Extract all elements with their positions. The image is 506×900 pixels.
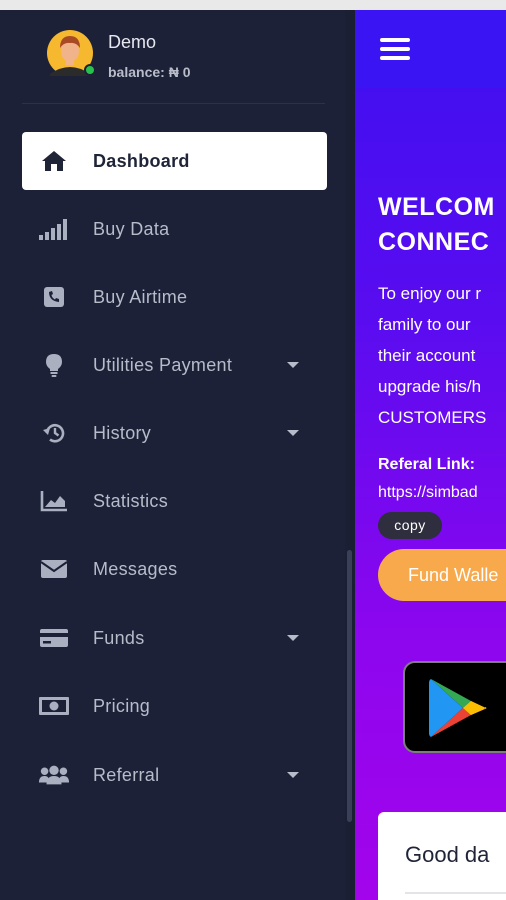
- browser-top-strip: [0, 0, 506, 10]
- sidebar-item-statistics[interactable]: Statistics: [22, 472, 327, 530]
- sidebar-item-pricing[interactable]: Pricing: [22, 677, 327, 735]
- greeting-card: Good da: [378, 812, 506, 900]
- sidebar-item-label: Referral: [93, 765, 160, 785]
- welcome-line: WELCOM: [378, 193, 495, 221]
- welcome-line: CONNEC: [378, 228, 490, 256]
- sidebar: Demo balance: ₦ 0 Dashboard Buy Data Buy…: [0, 10, 355, 900]
- chart-area-icon: [38, 489, 70, 513]
- card-divider: [405, 892, 506, 894]
- lightbulb-icon: [38, 353, 70, 377]
- sidebar-item-utilities-payment[interactable]: Utilities Payment: [22, 336, 327, 394]
- user-name: Demo: [108, 32, 157, 52]
- intro-line: family to our: [378, 315, 471, 334]
- intro-line: upgrade his/h: [378, 377, 482, 396]
- main-header: [355, 10, 506, 88]
- users-icon: [38, 763, 70, 787]
- hamburger-menu-icon[interactable]: [380, 38, 410, 60]
- chevron-down-icon: [287, 772, 299, 778]
- envelope-icon: [38, 557, 70, 581]
- referral-link-title: Referal Link:: [378, 456, 475, 473]
- phone-icon: [38, 285, 70, 309]
- main-content: WELCOM CONNEC To enjoy our r family to o…: [355, 10, 506, 900]
- google-play-badge[interactable]: [403, 661, 506, 753]
- sidebar-item-referral[interactable]: Referral: [22, 746, 327, 804]
- money-bill-icon: [38, 694, 70, 718]
- sidebar-item-label: History: [93, 423, 152, 443]
- home-icon: [38, 149, 70, 173]
- credit-card-icon: [38, 626, 70, 650]
- history-icon: [38, 421, 70, 445]
- google-play-icon: [429, 679, 487, 737]
- chevron-down-icon: [287, 430, 299, 436]
- sidebar-item-label: Statistics: [93, 491, 169, 511]
- sidebar-item-buy-airtime[interactable]: Buy Airtime: [22, 268, 327, 326]
- sidebar-item-funds[interactable]: Funds: [22, 609, 327, 667]
- sidebar-item-label: Messages: [93, 559, 178, 579]
- sidebar-item-history[interactable]: History: [22, 404, 327, 462]
- sidebar-scrollbar-thumb[interactable]: [347, 550, 352, 822]
- sidebar-divider: [22, 103, 325, 104]
- greeting-text: Good da: [405, 842, 490, 867]
- sidebar-item-buy-data[interactable]: Buy Data: [22, 200, 327, 258]
- signal-bars-icon: [38, 217, 70, 241]
- user-balance: balance: ₦ 0: [108, 64, 191, 80]
- sidebar-item-label: Utilities Payment: [93, 355, 233, 375]
- copy-button[interactable]: copy: [378, 512, 442, 539]
- sidebar-item-label: Buy Data: [93, 219, 170, 239]
- sidebar-item-label: Pricing: [93, 696, 151, 716]
- fund-wallet-button[interactable]: Fund Walle: [378, 549, 506, 601]
- sidebar-item-label: Buy Airtime: [93, 287, 188, 307]
- welcome-heading: WELCOM CONNEC: [378, 190, 495, 260]
- intro-line: their account: [378, 346, 476, 365]
- intro-text: To enjoy our r family to our their accou…: [378, 278, 486, 433]
- online-status-dot: [84, 64, 96, 76]
- chevron-down-icon: [287, 635, 299, 641]
- intro-line: CUSTOMERS: [378, 408, 487, 427]
- sidebar-item-dashboard[interactable]: Dashboard: [22, 132, 327, 190]
- intro-line: To enjoy our r: [378, 284, 481, 303]
- sidebar-item-label: Funds: [93, 628, 145, 648]
- referral-link-url[interactable]: https://simbad: [378, 484, 478, 502]
- chevron-down-icon: [287, 362, 299, 368]
- sidebar-item-messages[interactable]: Messages: [22, 540, 327, 598]
- sidebar-item-label: Dashboard: [93, 151, 190, 171]
